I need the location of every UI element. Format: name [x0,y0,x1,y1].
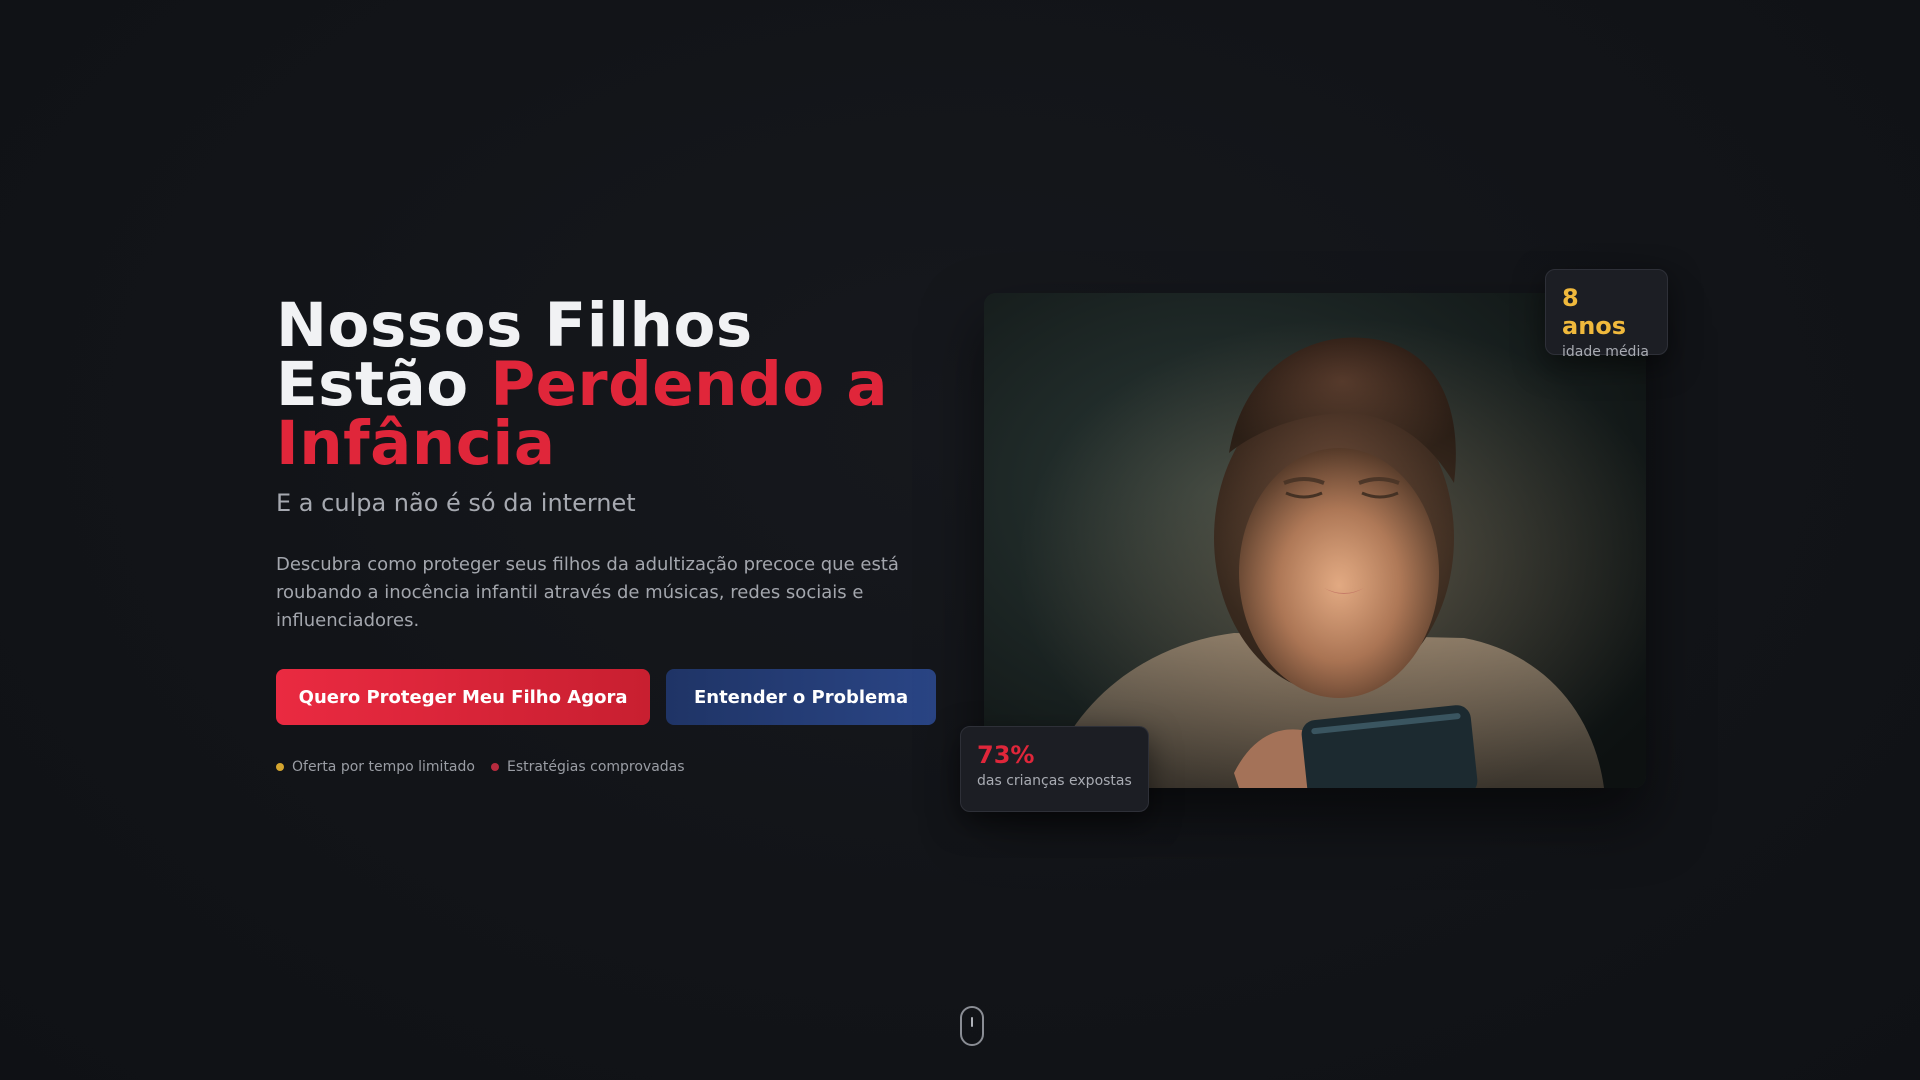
hero-headline: Nossos Filhos Estão Perdendo a Infância [276,295,936,474]
protect-child-button[interactable]: Quero Proteger Meu Filho Agora [276,669,651,725]
hero-content: Nossos Filhos Estão Perdendo a Infância … [276,295,936,775]
stat-card-average-age: 8 anos idade média [1545,269,1668,360]
badge-label: Oferta por tempo limitado [292,759,475,775]
stat-label: das crianças expostas [977,773,1132,789]
badge-label: Estratégias comprovadas [506,759,685,775]
red-dot-icon [490,763,499,771]
hero-buttons: Quero Proteger Meu Filho Agora Entender … [276,669,936,725]
hero-description: Descubra como proteger seus filhos da ad… [276,554,899,631]
child-with-phone-photo [984,293,1646,788]
hero-image [984,293,1646,788]
hero-badges: Oferta por tempo limitado Estratégias co… [276,759,936,775]
mouse-wheel-icon [971,1017,973,1027]
hero-section: Nossos Filhos Estão Perdendo a Infância … [0,0,1920,1080]
badge-limited-offer: Oferta por tempo limitado [276,759,475,775]
gold-dot-icon [276,763,284,771]
stat-card-exposed-children: 73% das crianças expostas [960,726,1149,812]
understand-problem-button[interactable]: Entender o Problema [666,669,936,725]
scroll-down-mouse-icon[interactable] [960,1006,984,1046]
stat-value: 73% [977,741,1035,769]
badge-proven-strategies: Estratégias comprovadas [490,759,685,775]
hero-subtitle: E a culpa não é só da internet [276,489,636,517]
headline-line-3-accent: Infância [276,408,556,479]
stat-value: 8 anos [1562,284,1627,340]
stat-label: idade média [1562,344,1649,360]
